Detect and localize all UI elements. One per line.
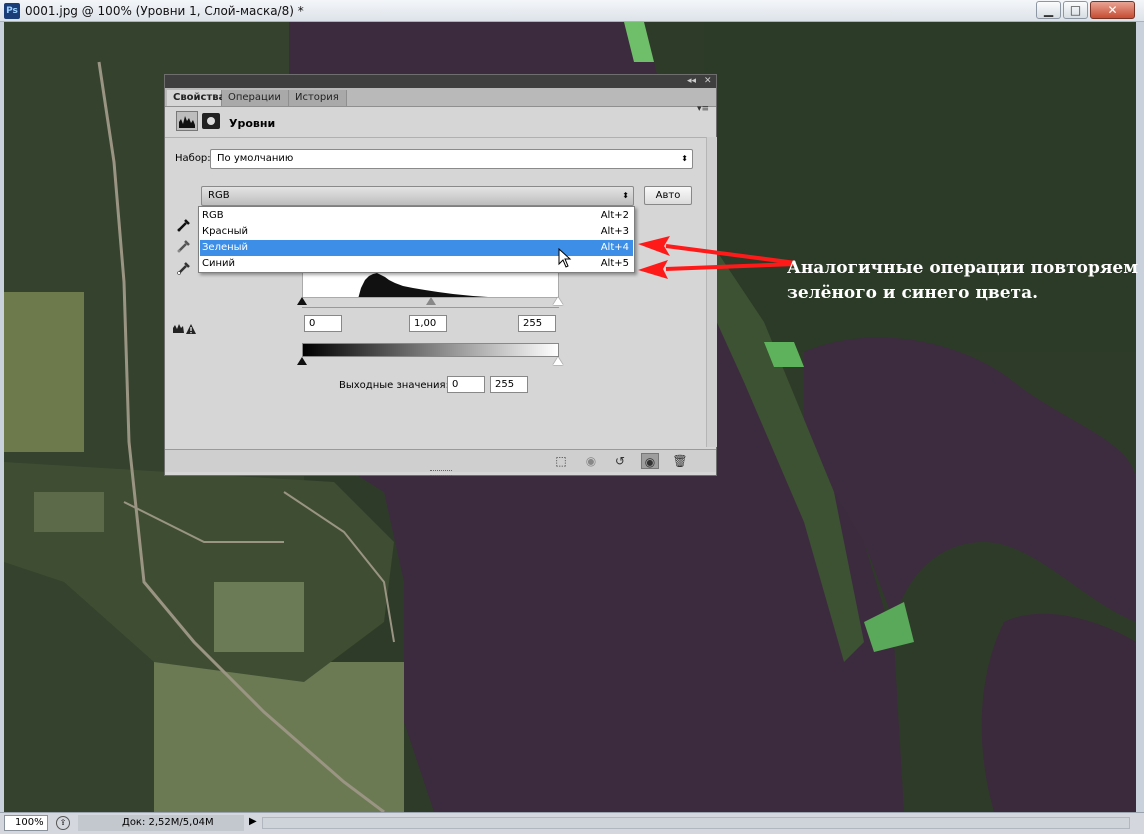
clipping-warning-icon[interactable] (172, 321, 198, 335)
annotation-arrows (638, 236, 796, 279)
document-title: 0001.jpg @ 100% (Уровни 1, Слой-маска/8)… (25, 4, 304, 18)
auto-button[interactable]: Авто (644, 186, 692, 205)
preset-value: По умолчанию (217, 153, 294, 164)
tab-actions[interactable]: Операции (222, 90, 289, 106)
input-black-slider[interactable] (297, 297, 307, 305)
channel-select[interactable]: RGB ⬍ (201, 186, 634, 206)
option-shortcut: Alt+3 (600, 226, 629, 237)
document-info: Док: 2,52M/5,04M (78, 815, 244, 831)
clip-to-layer-icon[interactable]: ⬚ (552, 453, 570, 469)
minimize-button[interactable]: ▁ (1036, 1, 1061, 19)
window-frame-right (1136, 22, 1144, 812)
visibility-eye-icon[interactable]: ◉ (641, 453, 659, 469)
channel-option-red[interactable]: Красный Alt+3 (200, 224, 633, 240)
updown-arrows-icon: ⬍ (681, 154, 688, 163)
adjustment-header: Уровни (165, 107, 716, 138)
reset-icon[interactable]: ↺ (611, 453, 629, 469)
close-panel-icon[interactable]: ✕ (704, 75, 712, 88)
input-black-field[interactable]: 0 (304, 315, 342, 332)
status-bar: 100% ⇪ Док: 2,52M/5,04M ▶ (0, 812, 1144, 834)
output-white-field[interactable]: 255 (490, 376, 528, 393)
status-menu-arrow-icon[interactable]: ▶ (249, 816, 257, 827)
eyedropper-gray-icon[interactable] (176, 238, 192, 254)
option-label: RGB (202, 210, 224, 221)
export-icon[interactable]: ⇪ (56, 816, 70, 830)
option-shortcut: Alt+5 (600, 258, 629, 269)
properties-panel: ◂◂ ✕ Свойства Операции История ▾≡ Уровни… (164, 74, 717, 476)
layer-mask-icon[interactable] (202, 113, 220, 129)
close-button[interactable]: ✕ (1090, 1, 1135, 19)
tab-properties[interactable]: Свойства (167, 90, 225, 106)
option-shortcut: Alt+4 (600, 242, 629, 253)
eyedropper-white-icon[interactable] (176, 260, 192, 276)
view-previous-icon[interactable]: ◉ (582, 453, 600, 469)
option-label: Синий (202, 258, 236, 269)
zoom-field[interactable]: 100% (4, 815, 48, 831)
preset-label: Набор: (175, 153, 211, 164)
updown-arrows-icon: ⬍ (622, 191, 629, 200)
maximize-button[interactable]: □ (1063, 1, 1088, 19)
option-label: Красный (202, 226, 249, 237)
output-black-slider[interactable] (297, 357, 307, 365)
photoshop-icon: Ps (4, 3, 20, 19)
mouse-cursor-icon (558, 248, 572, 268)
input-gamma-field[interactable]: 1,00 (409, 315, 447, 332)
output-gradient-bar (302, 343, 559, 357)
preset-select[interactable]: По умолчанию ⬍ (210, 149, 693, 169)
levels-adjustment-icon[interactable] (176, 111, 198, 131)
input-white-slider[interactable] (553, 297, 563, 305)
annotation-text: Аналогичные операции повторяем для зелён… (787, 256, 1144, 306)
option-shortcut: Alt+2 (600, 210, 629, 221)
input-gamma-slider[interactable] (426, 297, 436, 305)
input-slider-track (302, 307, 559, 308)
annotation-line-1: Аналогичные операции повторяем для (787, 258, 1144, 278)
panel-drag-bar[interactable]: ◂◂ ✕ (165, 75, 716, 88)
tab-history[interactable]: История (289, 90, 347, 106)
panel-scrollbar[interactable] (706, 137, 717, 447)
input-white-field[interactable]: 255 (518, 315, 556, 332)
eyedropper-black-icon[interactable] (176, 217, 192, 233)
annotation-line-2: зелёного и синего цвета. (787, 283, 1038, 303)
window-titlebar: Ps 0001.jpg @ 100% (Уровни 1, Слой-маска… (0, 0, 1144, 22)
channel-option-rgb[interactable]: RGB Alt+2 (200, 208, 633, 224)
output-white-slider[interactable] (553, 357, 563, 365)
panel-resize-grip[interactable] (430, 470, 452, 476)
output-values-label: Выходные значения: (339, 380, 449, 391)
panel-footer: ⬚ ◉ ↺ ◉ 🗑 (165, 449, 716, 472)
option-label: Зеленый (202, 242, 249, 253)
horizontal-scrollbar[interactable] (262, 817, 1130, 829)
channel-value: RGB (208, 190, 230, 201)
output-black-field[interactable]: 0 (447, 376, 485, 393)
collapse-panel-icon[interactable]: ◂◂ (687, 75, 696, 88)
panel-heading: Уровни (229, 117, 276, 130)
trash-icon[interactable]: 🗑 (671, 453, 689, 469)
panel-tabs: Свойства Операции История ▾≡ (165, 88, 716, 114)
